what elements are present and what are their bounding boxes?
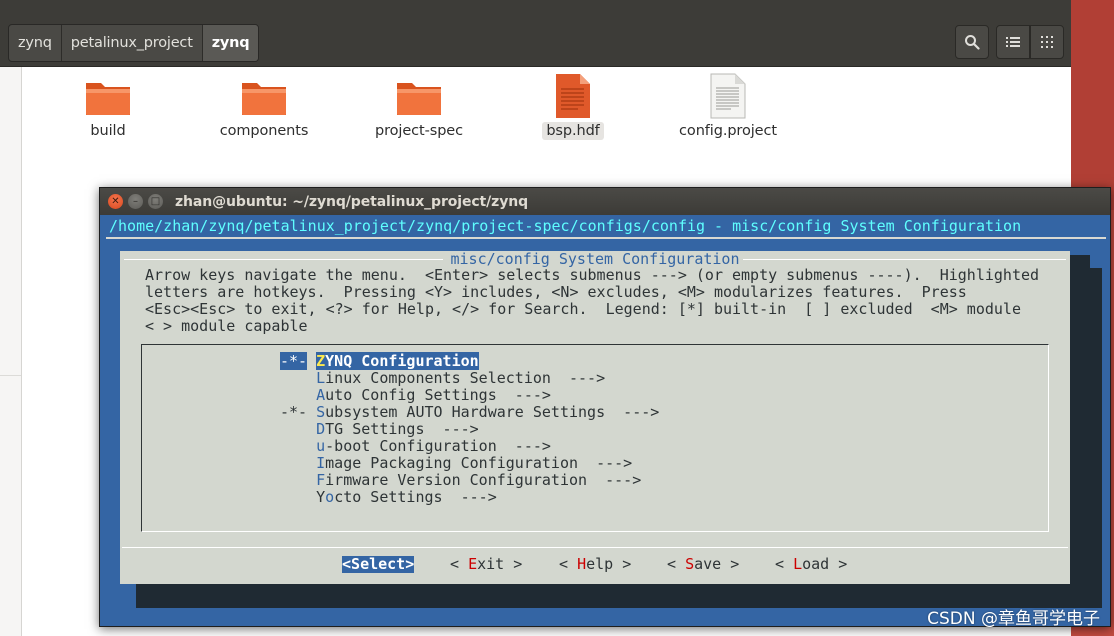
menu-item-hotkey: L [316, 369, 326, 387]
help-line: Arrow keys navigate the menu. <Enter> se… [145, 266, 1040, 284]
file-name: config.project [679, 123, 777, 139]
menu-item-suffix: ---> [605, 403, 660, 421]
help-line: <Esc><Esc> to exit, <?> for Help, </> fo… [145, 300, 1021, 318]
menu-item-label: inux Components Selection [325, 369, 551, 387]
menu-item-hotkey: u [316, 437, 326, 455]
help-line: < > module capable [145, 317, 308, 335]
file-manager-sidebar [0, 67, 22, 636]
menu-item-dtg-settings[interactable]: DTG Settings ---> [280, 421, 479, 438]
menu-item-suffix: ---> [424, 420, 479, 438]
text-file-icon [710, 73, 746, 119]
menu-item-label: uto Config Settings [325, 386, 497, 404]
menu-item-auto-config[interactable]: Auto Config Settings ---> [280, 387, 551, 404]
menu-item-zynq-configuration[interactable]: -*- ZYNQ Configuration [280, 352, 479, 370]
terminal-title: zhan@ubuntu: ~/zynq/petalinux_project/zy… [175, 193, 529, 210]
maximize-icon: □ [150, 195, 161, 207]
menu-item-suffix: ---> [578, 454, 633, 472]
menu-item-label: YNQ Configuration [325, 352, 479, 370]
file-name: bsp.hdf [542, 122, 604, 140]
menu-item-suffix: ---> [496, 437, 551, 455]
list-view-button[interactable] [996, 25, 1030, 59]
file-name: project-spec [374, 123, 463, 139]
list-view-icon [1006, 37, 1020, 47]
menu-item-suffix: ---> [587, 471, 642, 489]
breadcrumb: zynq petalinux_project zynq [8, 24, 260, 62]
file-item-bsp-hdf[interactable]: bsp.hdf [513, 73, 633, 153]
file-manager-header: zynq petalinux_project zynq [0, 0, 1071, 67]
menu-item-subsystem-hardware[interactable]: -*- Subsystem AUTO Hardware Settings ---… [280, 404, 659, 421]
close-icon: ✕ [111, 195, 120, 207]
menu-item-label: -boot Configuration [325, 437, 497, 455]
menuconfig-dialog: misc/config System Configuration Arrow k… [120, 251, 1070, 584]
menu-item-hotkey: I [316, 454, 326, 472]
menu-item-label: TG Settings [325, 420, 425, 438]
menu-item-label: mage Packaging Configuration [325, 454, 579, 472]
breadcrumb-item-zynq-current[interactable]: zynq [202, 25, 259, 61]
close-window-button[interactable]: ✕ [108, 194, 123, 209]
menu-item-prefix: -*- [280, 403, 308, 421]
help-button[interactable]: < Help > [559, 556, 631, 573]
minimize-window-button[interactable]: – [128, 194, 143, 209]
menu-item-prefix [280, 488, 307, 506]
menu-item-hotkey: Z [316, 352, 326, 370]
menu-item-label-start: Y [316, 488, 326, 506]
menu-item-hotkey: o [325, 488, 335, 506]
menu-item-image-packaging[interactable]: Image Packaging Configuration ---> [280, 455, 632, 472]
menu-item-prefix: -*- [280, 352, 308, 370]
menu-item-hotkey: D [316, 420, 326, 438]
terminal-window: ✕ – □ zhan@ubuntu: ~/zynq/petalinux_proj… [99, 187, 1111, 627]
watermark: CSDN @章鱼哥学电子 [927, 609, 1100, 629]
maximize-window-button[interactable]: □ [148, 194, 163, 209]
folder-icon [397, 83, 441, 115]
menu-item-linux-components[interactable]: Linux Components Selection ---> [280, 370, 605, 387]
file-name: build [90, 123, 126, 139]
button-separator [122, 547, 1068, 548]
menu-item-yocto-settings[interactable]: Yocto Settings ---> [280, 489, 497, 506]
file-item-config-project[interactable]: config.project [668, 73, 788, 153]
search-button[interactable] [955, 25, 989, 59]
load-button[interactable]: < Load > [775, 556, 847, 573]
folder-icon [86, 83, 130, 115]
minimize-icon: – [133, 195, 138, 207]
menu-item-label: ubsystem AUTO Hardware Settings [325, 403, 606, 421]
breadcrumb-item-zynq[interactable]: zynq [9, 25, 62, 61]
menu-item-label: cto Settings [334, 488, 443, 506]
terminal-titlebar[interactable]: ✕ – □ zhan@ubuntu: ~/zynq/petalinux_proj… [100, 188, 1110, 215]
menu-item-prefix [280, 437, 307, 455]
menu-item-label: irmware Version Configuration [325, 471, 588, 489]
config-path-line: /home/zhan/zynq/petalinux_project/zynq/p… [109, 217, 1022, 235]
file-item-build[interactable]: build [48, 73, 168, 153]
menu-item-prefix [280, 386, 307, 404]
file-item-components[interactable]: components [204, 73, 324, 153]
folder-icon [242, 83, 286, 115]
save-button[interactable]: < Save > [667, 556, 739, 573]
grid-view-icon [1041, 36, 1053, 48]
menu-item-suffix: ---> [550, 369, 606, 387]
menu-item-prefix [280, 454, 307, 472]
menu-item-prefix [280, 471, 307, 489]
menu-item-hotkey: F [316, 471, 326, 489]
file-item-project-spec[interactable]: project-spec [359, 73, 479, 153]
menu-item-prefix [280, 369, 307, 387]
menu-item-hotkey: S [316, 403, 326, 421]
grid-view-button[interactable] [1030, 25, 1064, 59]
button-bar: <Select> < Exit > < Help > < Save > < Lo… [120, 556, 1070, 574]
help-line: letters are hotkeys. Pressing <Y> includ… [145, 283, 967, 301]
help-text: Arrow keys navigate the menu. <Enter> se… [145, 267, 1039, 335]
menu-list: -*- ZYNQ Configuration Linux Components … [141, 344, 1049, 532]
menu-item-suffix: ---> [496, 386, 551, 404]
dialog-shadow-right [1070, 255, 1090, 601]
path-separator [106, 237, 1106, 239]
select-button[interactable]: <Select> [342, 556, 415, 573]
search-icon [965, 35, 980, 50]
menu-item-prefix [280, 420, 307, 438]
file-name: components [219, 123, 309, 139]
document-orange-icon [556, 74, 590, 118]
exit-button[interactable]: < Exit > [450, 556, 522, 573]
menu-item-suffix: ---> [442, 488, 497, 506]
menu-item-hotkey: A [316, 386, 326, 404]
breadcrumb-item-petalinux-project[interactable]: petalinux_project [62, 25, 203, 61]
menu-item-firmware-version[interactable]: Firmware Version Configuration ---> [280, 472, 641, 489]
menu-item-uboot-configuration[interactable]: u-boot Configuration ---> [280, 438, 551, 455]
